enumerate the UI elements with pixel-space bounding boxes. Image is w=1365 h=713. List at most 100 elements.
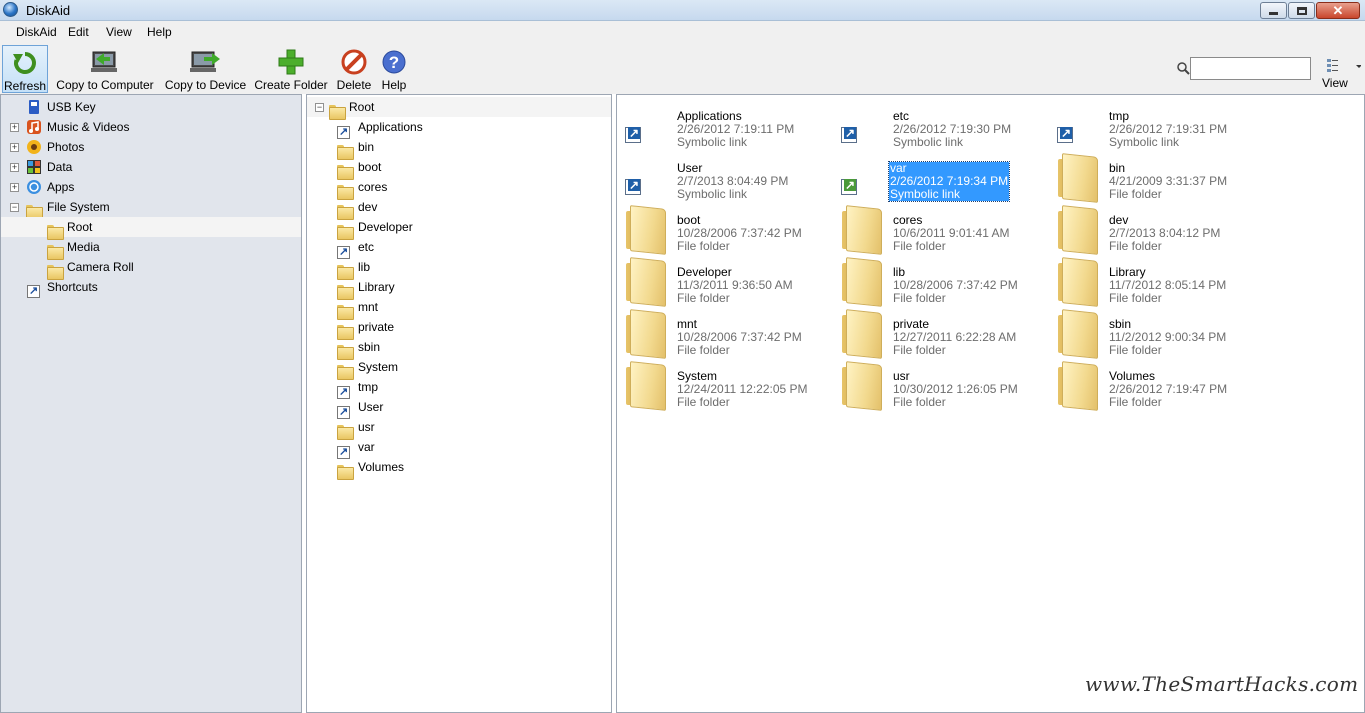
expand-icon[interactable]: + <box>10 123 19 132</box>
file-item[interactable]: tmp2/26/2012 7:19:31 PMSymbolic link <box>1053 101 1263 151</box>
copy-to-computer-button[interactable]: Copy to Computer <box>54 45 156 93</box>
expand-icon[interactable]: + <box>10 143 19 152</box>
file-item[interactable]: Volumes 2/26/2012 7:19:47 PM File folder <box>1053 361 1263 411</box>
tree-item[interactable]: tmp <box>307 377 611 399</box>
refresh-button[interactable]: Refresh <box>2 45 48 93</box>
menu-view[interactable]: View <box>106 25 132 39</box>
tree-label: System <box>358 360 399 374</box>
file-item[interactable]: cores 10/6/2011 9:01:41 AM File folder <box>837 205 1047 255</box>
sidebar-item-data[interactable]: + Data <box>1 157 301 177</box>
folder-icon <box>337 284 354 300</box>
tree-item[interactable]: boot <box>307 157 611 180</box>
symlink-icon <box>841 179 857 195</box>
folder-icon <box>26 204 43 220</box>
menu-edit[interactable]: Edit <box>68 25 89 39</box>
sidebar-item-root[interactable]: Root <box>1 217 301 240</box>
folder-icon <box>337 144 354 160</box>
data-grid-icon <box>27 160 41 174</box>
folder-icon <box>337 224 354 240</box>
sidebar-item-music-videos[interactable]: + Music & Videos <box>1 117 301 137</box>
file-item[interactable]: lib 10/28/2006 7:37:42 PM File folder <box>837 257 1047 307</box>
file-item[interactable]: User2/7/2013 8:04:49 PMSymbolic link <box>621 153 831 203</box>
file-item[interactable]: sbin 11/2/2012 9:00:34 PM File folder <box>1053 309 1263 359</box>
create-folder-button[interactable]: Create Folder <box>254 45 328 93</box>
symlink-icon <box>625 127 641 143</box>
collapse-icon[interactable]: − <box>315 103 324 112</box>
sidebar-item-file-system[interactable]: − File System <box>1 197 301 220</box>
file-item[interactable]: private 12/27/2011 6:22:28 AM File folder <box>837 309 1047 359</box>
search-input[interactable] <box>1190 57 1311 80</box>
folder-icon <box>337 344 354 360</box>
tree-item[interactable]: mnt <box>307 297 611 320</box>
folder-icon <box>1058 363 1098 407</box>
file-item-details: cores 10/6/2011 9:01:41 AM File folder <box>893 214 1010 253</box>
sidebar-label: Apps <box>47 180 75 194</box>
file-item[interactable]: Developer 11/3/2011 9:36:50 AM File folder <box>621 257 831 307</box>
tree-label: dev <box>358 200 378 214</box>
file-item[interactable]: dev 2/7/2013 8:04:12 PM File folder <box>1053 205 1263 255</box>
minimize-button[interactable] <box>1260 2 1287 19</box>
help-button[interactable]: ? Help <box>378 45 410 93</box>
folder-icon <box>337 424 354 440</box>
sidebar-item-usb-key[interactable]: USB Key <box>1 97 301 117</box>
sidebar-item-media[interactable]: Media <box>1 237 301 260</box>
file-item[interactable]: etc2/26/2012 7:19:30 PMSymbolic link <box>837 101 1047 151</box>
tree-item-root[interactable]: − Root <box>307 97 611 120</box>
tree-item[interactable]: sbin <box>307 337 611 360</box>
device-sidebar: USB Key + Music & Videos + Photos + Data… <box>0 94 302 713</box>
tree-item[interactable]: Applications <box>307 117 611 139</box>
tree-label: Applications <box>358 120 423 134</box>
file-type: Symbolic link <box>890 187 961 201</box>
tree-item[interactable]: System <box>307 357 611 380</box>
file-item[interactable]: usr 10/30/2012 1:26:05 PM File folder <box>837 361 1047 411</box>
expand-icon[interactable]: + <box>10 183 19 192</box>
file-list: Applications2/26/2012 7:19:11 PMSymbolic… <box>616 94 1365 713</box>
tree-item[interactable]: lib <box>307 257 611 280</box>
tree-item[interactable]: private <box>307 317 611 340</box>
folder-icon <box>337 464 354 480</box>
collapse-icon[interactable]: − <box>10 203 19 212</box>
file-type: File folder <box>893 291 946 305</box>
file-item[interactable]: bin 4/21/2009 3:31:37 PM File folder <box>1053 153 1263 203</box>
file-item[interactable]: boot 10/28/2006 7:37:42 PM File folder <box>621 205 831 255</box>
folder-icon <box>842 259 882 303</box>
tree-item[interactable]: Volumes <box>307 457 611 480</box>
tree-item[interactable]: usr <box>307 417 611 440</box>
sidebar-item-camera-roll[interactable]: Camera Roll <box>1 257 301 280</box>
file-item[interactable]: Applications2/26/2012 7:19:11 PMSymbolic… <box>621 101 831 151</box>
file-item-details: System 12/24/2011 12:22:05 PM File folder <box>677 370 808 409</box>
tree-item[interactable]: etc <box>307 237 611 259</box>
file-item[interactable]: System 12/24/2011 12:22:05 PM File folder <box>621 361 831 411</box>
menu-help[interactable]: Help <box>147 25 172 39</box>
tree-item[interactable]: var <box>307 437 611 459</box>
music-icon <box>27 120 41 134</box>
sidebar-item-photos[interactable]: + Photos <box>1 137 301 157</box>
tree-item[interactable]: dev <box>307 197 611 220</box>
view-button[interactable]: View <box>1321 58 1361 92</box>
apps-icon <box>27 180 41 194</box>
file-item-details: User 2/7/2013 8:04:49 PM Symbolic link <box>677 162 788 201</box>
tree-item[interactable]: User <box>307 397 611 419</box>
file-item-details: Library 11/7/2012 8:05:14 PM File folder <box>1109 266 1226 305</box>
copy-to-device-button[interactable]: Copy to Device <box>163 45 248 93</box>
sidebar-item-apps[interactable]: + Apps <box>1 177 301 197</box>
file-item[interactable]: var2/26/2012 7:19:34 PMSymbolic link <box>837 153 1047 203</box>
tree-label: Developer <box>358 220 413 234</box>
tree-item[interactable]: cores <box>307 177 611 200</box>
tree-item[interactable]: Developer <box>307 217 611 240</box>
sidebar-item-shortcuts[interactable]: Shortcuts <box>1 277 301 298</box>
copy-to-computer-label: Copy to Computer <box>56 78 154 92</box>
maximize-button[interactable] <box>1288 2 1315 19</box>
file-item-details: sbin 11/2/2012 9:00:34 PM File folder <box>1109 318 1226 357</box>
tree-item[interactable]: Library <box>307 277 611 300</box>
tree-item[interactable]: bin <box>307 137 611 160</box>
view-label: View <box>1322 76 1348 90</box>
delete-button[interactable]: Delete <box>334 45 374 93</box>
file-type: File folder <box>893 239 946 253</box>
menu-diskaid[interactable]: DiskAid <box>16 25 57 39</box>
file-item[interactable]: Library 11/7/2012 8:05:14 PM File folder <box>1053 257 1263 307</box>
expand-icon[interactable]: + <box>10 163 19 172</box>
close-button[interactable]: ✕ <box>1316 2 1360 19</box>
folder-icon <box>1058 207 1098 251</box>
file-item[interactable]: mnt 10/28/2006 7:37:42 PM File folder <box>621 309 831 359</box>
